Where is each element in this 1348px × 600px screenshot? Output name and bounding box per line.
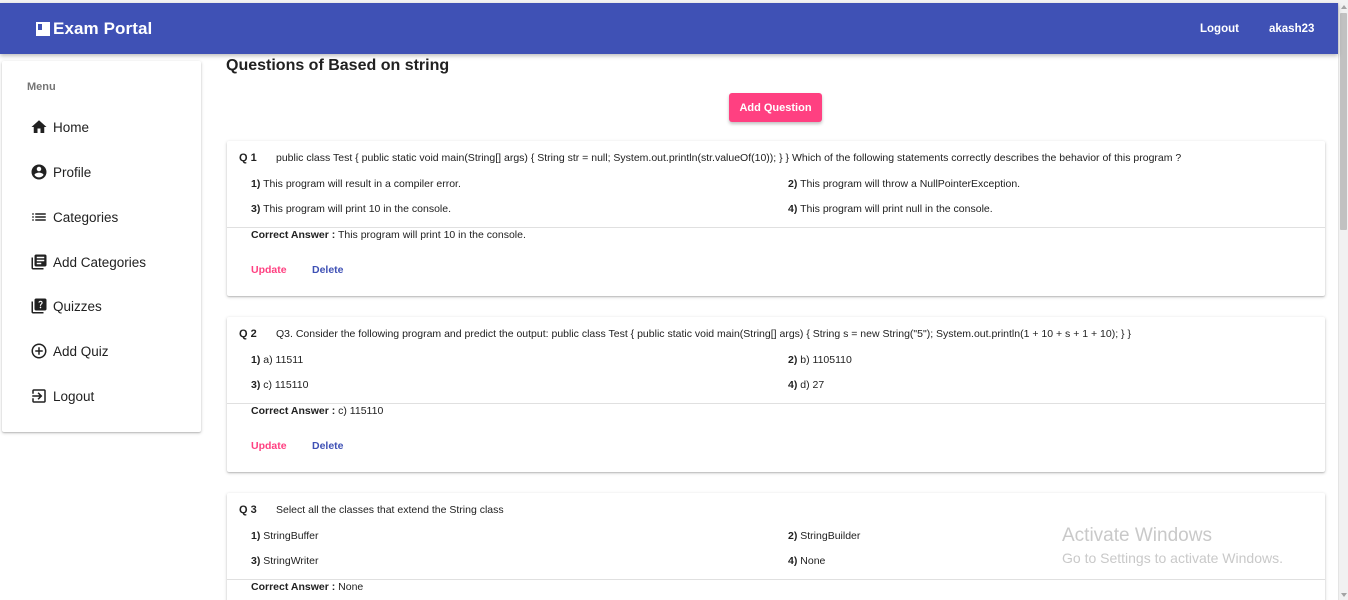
card-divider	[227, 579, 1325, 580]
option-4: 4) This program will print null in the c…	[788, 203, 993, 215]
delete-button[interactable]: Delete	[312, 264, 344, 276]
activate-windows-watermark-title: Activate Windows	[1062, 525, 1212, 546]
option-2: 2) This program will throw a NullPointer…	[788, 178, 1021, 190]
account-circle-icon	[31, 164, 47, 180]
sidebar-item-logout[interactable]: Logout	[30, 384, 94, 408]
sidebar-item-label: Home	[53, 119, 90, 135]
sidebar-item-label: Quizzes	[53, 298, 102, 314]
book-icon	[36, 21, 50, 36]
sidebar-item-label: Logout	[53, 388, 95, 404]
scroll-up-arrow-icon[interactable]	[1341, 5, 1347, 9]
logout-icon	[32, 389, 46, 403]
question-text: Select all the classes that extend the S…	[276, 504, 504, 516]
option-2: 2) b) 1105110	[788, 354, 852, 366]
add-question-button[interactable]: Add Question	[729, 93, 822, 122]
sidebar-menu: Menu Home Profile Categories Add Categor…	[2, 61, 201, 432]
card-divider	[227, 403, 1325, 404]
question-text: public class Test { public static void m…	[276, 152, 1182, 164]
option-4: 4) None	[788, 555, 826, 567]
brand-link[interactable]: Exam Portal	[36, 3, 152, 54]
question-number: Q 1	[239, 152, 257, 164]
update-button[interactable]: Update	[251, 440, 287, 452]
card-divider	[227, 227, 1325, 228]
quiz-icon	[31, 298, 47, 314]
option-1: 1) This program will result in a compile…	[251, 178, 461, 190]
option-4: 4) d) 27	[788, 379, 825, 391]
option-3: 3) StringWriter	[251, 555, 319, 567]
sidebar-item-add-categories[interactable]: Add Categories	[30, 250, 146, 274]
correct-answer: Correct Answer : None	[251, 581, 364, 593]
sidebar-item-quizzes[interactable]: Quizzes	[30, 294, 102, 318]
question-number: Q 3	[239, 504, 257, 516]
page-title: Questions of Based on string	[226, 57, 450, 74]
question-card: Q 1 public class Test { public static vo…	[227, 141, 1325, 296]
home-icon	[31, 120, 47, 133]
correct-answer: Correct Answer : This program will print…	[251, 229, 526, 241]
update-button[interactable]: Update	[251, 264, 287, 276]
scrollbar-thumb[interactable]	[1340, 13, 1347, 230]
page-scrollbar[interactable]	[1338, 3, 1348, 600]
sidebar-menu-title: Menu	[27, 81, 56, 93]
sidebar-item-label: Profile	[53, 164, 92, 180]
add-circle-icon	[31, 343, 47, 359]
question-text: Q3. Consider the following program and p…	[276, 328, 1131, 340]
question-number: Q 2	[239, 328, 257, 340]
nav-username-button[interactable]: akash23	[1269, 3, 1314, 54]
sidebar-item-categories[interactable]: Categories	[30, 205, 118, 229]
sidebar-item-profile[interactable]: Profile	[30, 160, 91, 184]
option-3: 3) c) 115110	[251, 379, 309, 391]
list-icon	[32, 213, 46, 221]
delete-button[interactable]: Delete	[312, 440, 344, 452]
sidebar-item-add-quiz[interactable]: Add Quiz	[30, 339, 109, 363]
top-navbar: Exam Portal Logout akash23	[0, 3, 1338, 54]
sidebar-item-label: Add Quiz	[53, 343, 109, 359]
nav-logout-button[interactable]: Logout	[1200, 3, 1239, 54]
library-books-icon	[31, 254, 47, 270]
sidebar-item-label: Categories	[53, 209, 119, 225]
brand-title: Exam Portal	[53, 18, 153, 38]
scroll-down-arrow-icon[interactable]	[1341, 593, 1347, 597]
activate-windows-watermark-subtitle: Go to Settings to activate Windows.	[1062, 550, 1283, 566]
option-3: 3) This program will print 10 in the con…	[251, 203, 451, 215]
question-card: Q 2 Q3. Consider the following program a…	[227, 317, 1325, 472]
sidebar-item-home[interactable]: Home	[30, 115, 89, 139]
option-1: 1) a) 11511	[251, 354, 304, 366]
correct-answer: Correct Answer : c) 115110	[251, 405, 384, 417]
option-1: 1) StringBuffer	[251, 530, 319, 542]
sidebar-item-label: Add Categories	[53, 254, 147, 270]
option-2: 2) StringBuilder	[788, 530, 861, 542]
